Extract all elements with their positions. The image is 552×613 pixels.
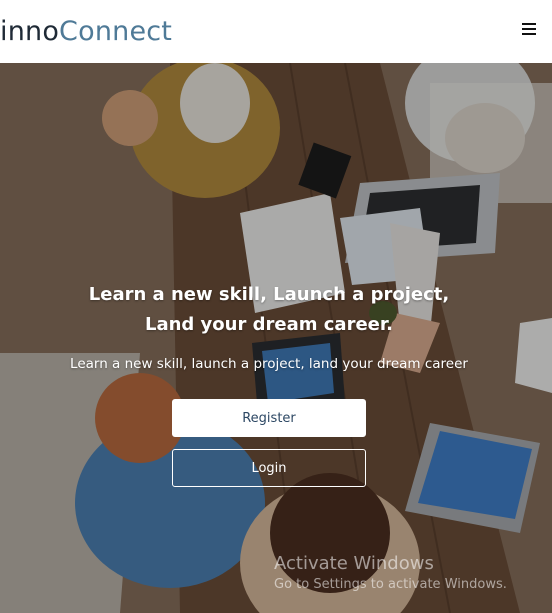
hero-subheadline: Learn a new skill, launch a project, lan… <box>70 356 468 372</box>
hero-headline-line2: Land your dream career. <box>144 314 394 335</box>
brand-text-inno: inno <box>0 16 60 47</box>
hero-headline: Learn a new skill, Launch a project, Lan… <box>0 280 538 340</box>
login-button[interactable]: Login <box>172 449 366 487</box>
watermark-subtitle: Go to Settings to activate Windows. <box>274 577 507 592</box>
hero-headline-line1: Learn a new skill, Launch a project, <box>88 284 450 305</box>
activate-windows-watermark: Activate Windows Go to Settings to activ… <box>274 552 507 594</box>
top-navbar: innoConnect <box>0 0 552 63</box>
watermark-title: Activate Windows <box>274 553 434 574</box>
brand-text-connect: Connect <box>59 16 173 47</box>
hero-section: Learn a new skill, Launch a project, Lan… <box>0 63 552 613</box>
hamburger-menu-icon[interactable] <box>522 22 536 36</box>
brand-logo[interactable]: innoConnect <box>0 12 172 52</box>
register-button[interactable]: Register <box>172 399 366 437</box>
hero-content: Learn a new skill, Launch a project, Lan… <box>0 63 552 613</box>
